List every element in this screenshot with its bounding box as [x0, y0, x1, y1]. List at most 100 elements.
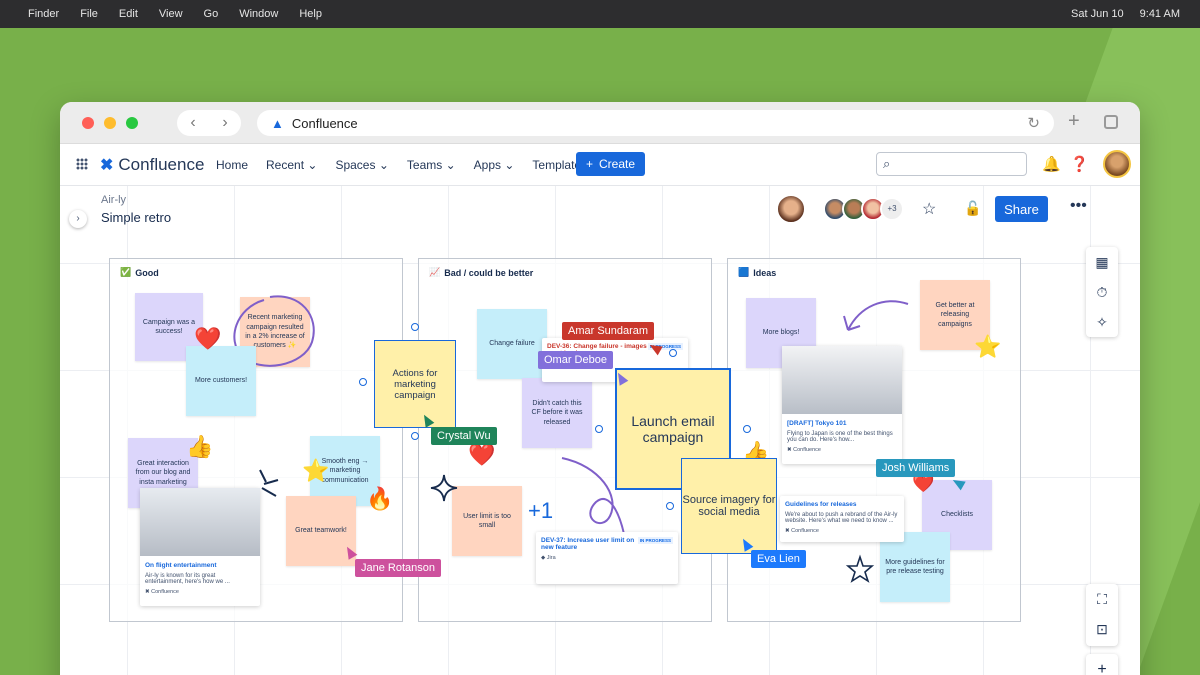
- user-avatar[interactable]: [1103, 150, 1131, 178]
- cursor-label: Crystal Wu: [431, 427, 497, 445]
- owner-avatar[interactable]: [776, 194, 806, 224]
- cursor-label: Eva Lien: [751, 550, 806, 568]
- magic-icon[interactable]: ✧: [1086, 307, 1118, 337]
- notifications-icon[interactable]: 🔔: [1042, 155, 1061, 173]
- column-title: 📈 Bad / could be better: [429, 267, 533, 278]
- breadcrumb[interactable]: Air-ly: [101, 194, 126, 206]
- resize-handle[interactable]: [359, 378, 367, 386]
- sticky-note-selected[interactable]: Actions for marketing campaign: [374, 340, 456, 428]
- tab-overview-icon[interactable]: [1104, 115, 1118, 129]
- resize-handle[interactable]: [743, 425, 751, 433]
- card-title: On flight entertainment: [145, 562, 217, 569]
- cursor-label: Omar Deboe: [538, 351, 613, 369]
- address-bar-text: Confluence: [291, 115, 358, 131]
- nav-recent[interactable]: Recent ⌄: [266, 158, 317, 172]
- menu-edit[interactable]: Edit: [119, 8, 138, 20]
- sticky-note[interactable]: User limit is too small: [452, 486, 522, 556]
- clouds-image: [140, 488, 260, 556]
- menubar-time: 9:41 AM: [1139, 8, 1180, 20]
- resize-handle[interactable]: [411, 323, 419, 331]
- zoom-window-button[interactable]: [126, 117, 138, 129]
- nav-home[interactable]: Home: [216, 158, 248, 172]
- spark-lines-doodle: [259, 469, 279, 497]
- nav-spaces-label: Spaces: [335, 158, 376, 172]
- resize-handle[interactable]: [411, 432, 419, 440]
- focus-icon[interactable]: ⊡: [1086, 614, 1118, 644]
- unlock-icon[interactable]: 🔓: [964, 200, 981, 217]
- reload-icon[interactable]: ↻: [1027, 114, 1040, 132]
- create-button-label: Create: [598, 157, 636, 171]
- check-icon: ✅: [120, 267, 132, 277]
- status-lozenge: IN PROGRESS: [637, 537, 673, 544]
- brand-name: Confluence: [118, 155, 205, 174]
- confluence-brand[interactable]: ✖ Confluence: [100, 155, 204, 175]
- nav-apps[interactable]: Apps ⌄: [474, 158, 515, 172]
- resize-handle[interactable]: [666, 502, 674, 510]
- card-text: We're about to push a rebrand of the Air…: [785, 512, 898, 524]
- confluence-card[interactable]: On flight entertainment Air-ly is known …: [140, 488, 260, 606]
- sticky-note[interactable]: Change failure: [477, 309, 547, 379]
- more-options-icon[interactable]: •••: [1070, 197, 1087, 215]
- address-bar[interactable]: ▲ Confluence ↻: [257, 110, 1054, 136]
- help-icon[interactable]: ❓: [1070, 155, 1089, 173]
- star-doodle: [845, 554, 875, 583]
- zoom-in-icon[interactable]: +: [1086, 654, 1118, 675]
- timer-icon[interactable]: ⏱: [1086, 277, 1118, 307]
- sticky-note[interactable]: Didn't catch this CF before it was relea…: [522, 378, 592, 448]
- sticky-note[interactable]: More customers!: [186, 346, 256, 416]
- heart-icon: ❤️: [468, 442, 496, 467]
- sticky-note[interactable]: More guidelines for pre release testing: [880, 532, 950, 602]
- card-title: Guidelines for releases: [785, 501, 857, 508]
- idea-icon: 🟦: [738, 267, 750, 277]
- nav-spaces[interactable]: Spaces ⌄: [335, 158, 388, 172]
- resize-handle[interactable]: [669, 349, 677, 357]
- app-switcher-icon[interactable]: [76, 158, 88, 170]
- cursor-label: Josh Williams: [876, 459, 956, 477]
- confluence-card[interactable]: [DRAFT] Tokyo 101 Flying to Japan is one…: [782, 346, 902, 464]
- search-icon: ⌕: [883, 156, 891, 171]
- card-title: [DRAFT] Tokyo 101: [787, 420, 847, 427]
- card-source: ✖ Confluence: [787, 447, 897, 453]
- more-collaborators-count[interactable]: +3: [880, 197, 904, 221]
- forward-icon[interactable]: ›: [222, 114, 227, 132]
- star-icon[interactable]: ☆: [922, 199, 936, 219]
- menu-go[interactable]: Go: [204, 8, 219, 20]
- chevron-down-icon: ⌄: [504, 158, 515, 172]
- close-window-button[interactable]: [82, 117, 94, 129]
- thumbs-up-icon: 👍: [186, 434, 214, 459]
- whiteboard-canvas[interactable]: › Air-ly Simple retro +3 ☆ 🔓 Share ••• ▦…: [60, 186, 1140, 675]
- sparkle-doodle: [430, 474, 458, 502]
- search-input[interactable]: ⌕: [876, 152, 1027, 176]
- sticky-note-selected[interactable]: Source imagery for social media: [681, 458, 777, 554]
- card-text: Air-ly is known for its great entertainm…: [145, 573, 230, 585]
- jira-card[interactable]: IN PROGRESS DEV-37: Increase user limit …: [536, 532, 678, 584]
- minimize-window-button[interactable]: [104, 117, 116, 129]
- chart-icon: 📈: [429, 267, 441, 277]
- new-tab-icon[interactable]: +: [1068, 110, 1080, 133]
- fit-to-screen-icon[interactable]: ⛶: [1086, 584, 1118, 614]
- menu-file[interactable]: File: [80, 8, 98, 20]
- menu-help[interactable]: Help: [299, 8, 322, 20]
- page-title: Simple retro: [101, 210, 172, 225]
- card-source-label: Confluence: [151, 589, 179, 595]
- column-title-text: Good: [135, 267, 159, 278]
- card-source-label: Confluence: [791, 528, 819, 534]
- confluence-logo-icon: ✖: [100, 157, 114, 174]
- share-button[interactable]: Share: [995, 196, 1048, 222]
- menu-window[interactable]: Window: [239, 8, 278, 20]
- menu-finder[interactable]: Finder: [28, 8, 59, 20]
- create-button[interactable]: + Create: [576, 152, 645, 176]
- star-icon: ⭐: [302, 458, 330, 483]
- nav-teams[interactable]: Teams ⌄: [407, 158, 456, 172]
- fire-icon: 🔥: [366, 486, 394, 511]
- card-source: ◆ Jira: [541, 555, 673, 561]
- confluence-card[interactable]: Guidelines for releases We're about to p…: [780, 496, 904, 542]
- template-icon[interactable]: ▦: [1086, 247, 1118, 277]
- expand-sidebar-icon[interactable]: ›: [69, 210, 87, 228]
- column-title-text: Ideas: [753, 267, 777, 278]
- browser-window: ‹ › ▲ Confluence ↻ + ✖ Confluence Home R…: [60, 102, 1140, 675]
- resize-handle[interactable]: [595, 425, 603, 433]
- zoom-toolbar: ⛶ ⊡: [1086, 584, 1118, 646]
- menu-view[interactable]: View: [159, 8, 183, 20]
- back-icon[interactable]: ‹: [190, 114, 195, 132]
